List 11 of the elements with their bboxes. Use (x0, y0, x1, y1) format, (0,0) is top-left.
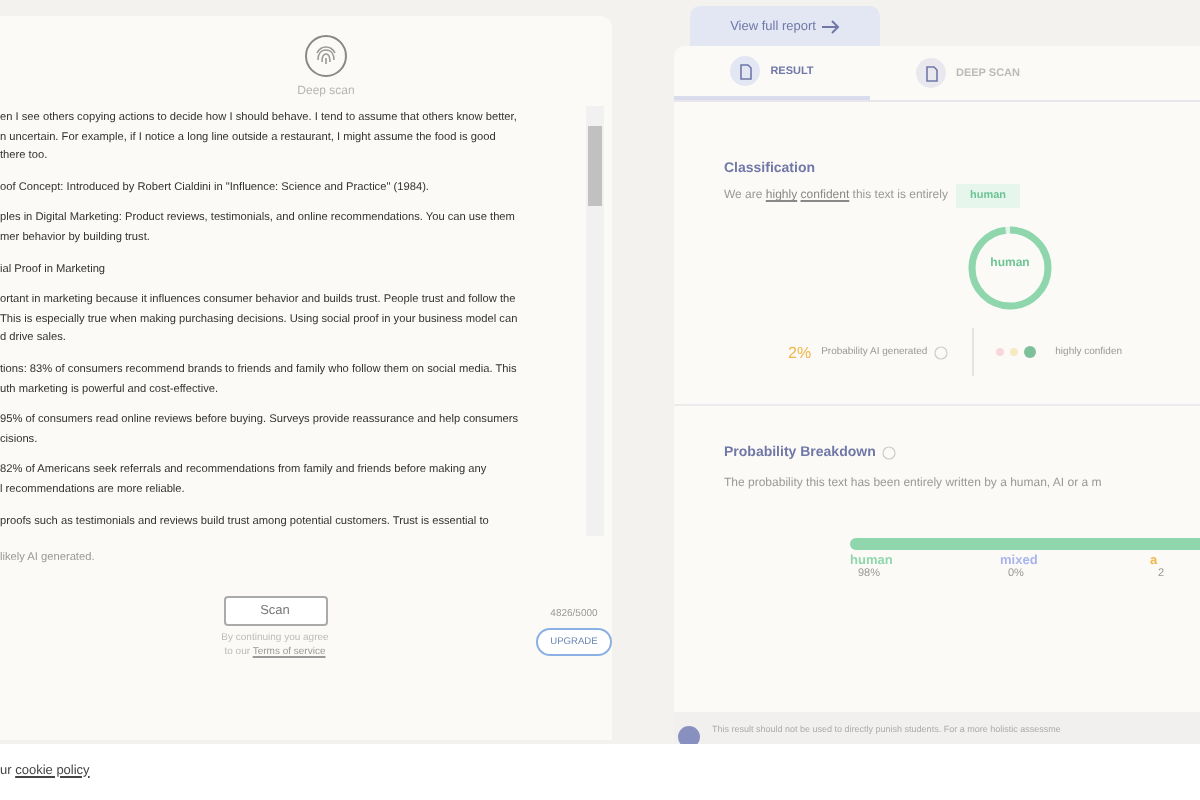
document-icon (916, 58, 946, 88)
fingerprint-icon[interactable] (304, 34, 348, 78)
arrow-icon (821, 19, 840, 33)
info-icon[interactable] (933, 345, 948, 359)
scrollbar[interactable] (586, 106, 604, 536)
ai-percent: 2% (788, 343, 812, 361)
info-icon (678, 725, 700, 744)
document-icon (730, 56, 761, 86)
donut-ring (966, 224, 1054, 312)
text-input-area[interactable] (0, 106, 604, 536)
info-icon[interactable] (881, 446, 896, 460)
